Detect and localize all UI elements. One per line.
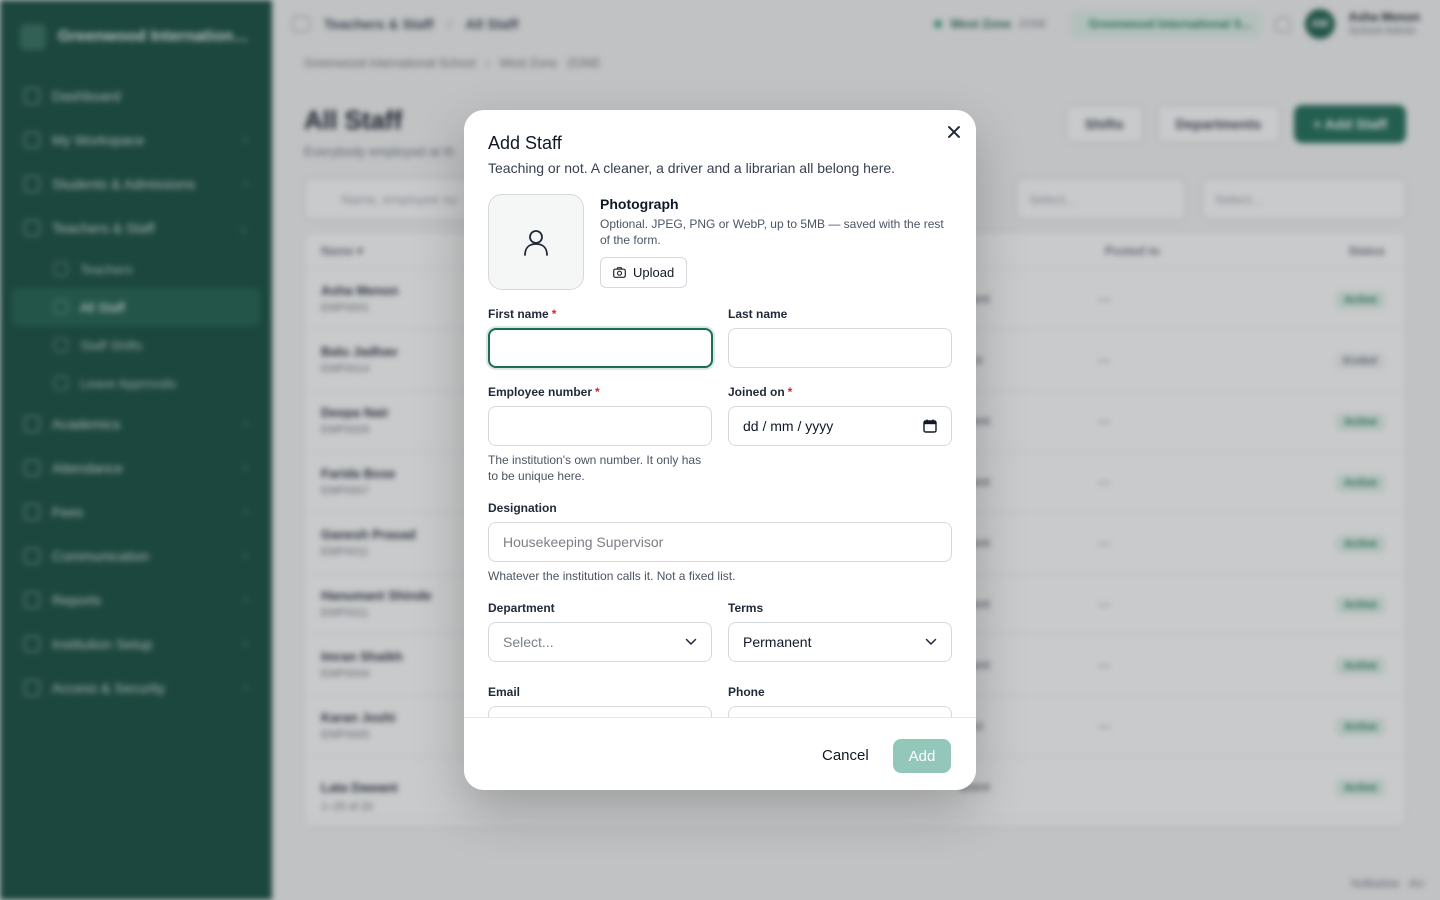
- designation-input[interactable]: [488, 522, 952, 562]
- upload-button[interactable]: Upload: [600, 257, 688, 288]
- joined-on-date-input[interactable]: dd / mm / yyyy: [728, 406, 952, 446]
- last-name-label: Last name: [728, 307, 788, 321]
- employee-number-input[interactable]: [488, 406, 712, 446]
- required-marker: *: [595, 385, 600, 399]
- terms-value: Permanent: [743, 634, 812, 650]
- chevron-down-icon: [925, 638, 937, 646]
- dialog-subtitle: Teaching or not. A cleaner, a driver and…: [488, 160, 896, 176]
- department-label: Department: [488, 601, 555, 615]
- cancel-button[interactable]: Cancel: [810, 739, 881, 771]
- photo-placeholder[interactable]: [488, 194, 584, 290]
- email-label: Email: [488, 685, 521, 699]
- employee-number-label: Employee number *: [488, 385, 600, 399]
- add-staff-dialog: Add Staff Teaching or not. A cleaner, a …: [464, 110, 976, 790]
- designation-help: Whatever the institution calls it. Not a…: [488, 569, 736, 583]
- upload-label: Upload: [633, 265, 675, 280]
- user-icon: [524, 230, 548, 256]
- employee-number-label-text: Employee number: [488, 385, 593, 399]
- department-value: Select...: [503, 634, 554, 650]
- employee-number-help: The institution's own number. It only ha…: [488, 453, 702, 483]
- photograph-label: Photograph: [600, 196, 679, 212]
- last-name-input[interactable]: [728, 328, 952, 368]
- add-button[interactable]: Add: [893, 739, 951, 773]
- close-icon[interactable]: [946, 124, 962, 140]
- dialog-title: Add Staff: [488, 133, 562, 153]
- joined-on-label: Joined on *: [728, 385, 792, 399]
- dialog-footer: Cancel Add: [464, 717, 976, 790]
- joined-on-label-text: Joined on: [728, 385, 785, 399]
- department-select[interactable]: Select...: [488, 622, 712, 662]
- calendar-icon[interactable]: [923, 419, 937, 433]
- first-name-input[interactable]: [488, 328, 713, 368]
- terms-label: Terms: [728, 601, 764, 615]
- first-name-label-text: First name: [488, 307, 549, 321]
- required-marker: *: [787, 385, 793, 399]
- joined-on-value: dd / mm / yyyy: [743, 418, 834, 434]
- camera-icon: [613, 267, 626, 278]
- first-name-label: First name *: [488, 307, 556, 321]
- chevron-down-icon: [685, 638, 697, 646]
- photograph-help: Optional. JPEG, PNG or WebP, up to 5MB —…: [600, 217, 944, 247]
- required-marker: *: [551, 307, 557, 321]
- designation-label: Designation: [488, 501, 557, 515]
- phone-label: Phone: [728, 685, 765, 699]
- terms-select[interactable]: Permanent: [728, 622, 952, 662]
